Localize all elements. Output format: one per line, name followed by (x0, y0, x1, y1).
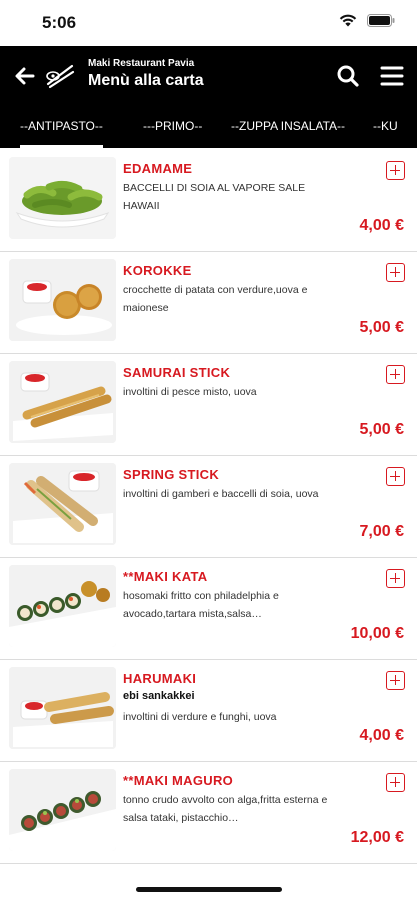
dish-image (9, 667, 116, 749)
dish-name: **MAKI KATA (123, 569, 208, 584)
tab-antipasto[interactable]: --ANTIPASTO-- (20, 108, 103, 148)
add-to-cart-button[interactable] (386, 161, 405, 180)
dish-price: 4,00 € (359, 727, 404, 744)
dish-image (9, 361, 116, 443)
hamburger-menu-button[interactable] (379, 63, 405, 89)
add-to-cart-button[interactable] (386, 569, 405, 588)
wifi-icon (339, 14, 357, 27)
dish-price: 12,00 € (350, 829, 404, 846)
dish-image (9, 769, 116, 851)
category-tabs: --ANTIPASTO-- ---PRIMO-- --ZUPPA INSALAT… (0, 108, 417, 148)
menu-item[interactable]: **MAKI MAGURO tonno crudo avvolto con al… (0, 762, 417, 864)
dish-image (9, 565, 116, 647)
dish-description: involtini di gamberi e baccelli di soia,… (123, 488, 319, 500)
dish-image (9, 157, 116, 239)
dish-name: HARUMAKI (123, 671, 197, 686)
dish-description: involtini di pesce misto, uova (123, 386, 257, 398)
hamburger-menu-icon (380, 66, 404, 86)
search-button[interactable] (335, 63, 361, 89)
add-to-cart-button[interactable] (386, 671, 405, 690)
dish-price: 7,00 € (359, 523, 404, 540)
add-to-cart-button[interactable] (386, 467, 405, 486)
dish-description: tonno crudo avvolto con alga,fritta este… (123, 794, 328, 824)
tab-zuppa-insalata[interactable]: --ZUPPA INSALATA-- (231, 108, 345, 148)
dish-description: BACCELLI DI SOIA AL VAPORE SALE HAWAII (123, 182, 306, 212)
dish-price: 5,00 € (359, 421, 404, 438)
arrow-left-icon (15, 67, 35, 85)
menu-item[interactable]: **MAKI KATA hosomaki fritto con philadel… (0, 558, 417, 660)
dish-name: **MAKI MAGURO (123, 773, 234, 788)
dish-name: EDAMAME (123, 161, 193, 176)
tab-primo[interactable]: ---PRIMO-- (143, 108, 202, 148)
menu-item[interactable]: KOROKKE crocchette di patata con verdure… (0, 252, 417, 354)
battery-icon (367, 14, 395, 27)
back-button[interactable] (12, 63, 38, 89)
restaurant-name: Maki Restaurant Pavia (88, 58, 195, 69)
dish-image (9, 463, 116, 545)
dish-description: crocchette di patata con verdure,uova e … (123, 284, 308, 314)
status-bar: 5:06 (0, 0, 417, 46)
dish-name: KOROKKE (123, 263, 192, 278)
add-to-cart-button[interactable] (386, 263, 405, 282)
dish-price: 10,00 € (350, 625, 404, 642)
menu-item[interactable]: SAMURAI STICK involtini di pesce misto, … (0, 354, 417, 456)
tab-partial[interactable]: --KU (373, 108, 398, 148)
dish-name: SPRING STICK (123, 467, 220, 482)
status-icons (339, 14, 395, 27)
dish-price: 5,00 € (359, 319, 404, 336)
dish-price: 4,00 € (359, 217, 404, 234)
menu-item[interactable]: SPRING STICK involtini di gamberi e bacc… (0, 456, 417, 558)
chopsticks-logo-icon (44, 60, 76, 90)
page-title: Menù alla carta (88, 72, 204, 89)
dish-image (9, 259, 116, 341)
dish-description: hosomaki fritto con philadelphia e avoca… (123, 590, 279, 620)
menu-item-list: EDAMAME BACCELLI DI SOIA AL VAPORE SALE … (0, 150, 417, 864)
add-to-cart-button[interactable] (386, 773, 405, 792)
home-indicator[interactable] (136, 887, 282, 892)
menu-item[interactable]: HARUMAKI ebi sankakkei involtini di verd… (0, 660, 417, 762)
search-icon (337, 65, 359, 87)
app-header: Maki Restaurant Pavia Menù alla carta (0, 46, 417, 108)
status-time: 5:06 (42, 13, 77, 32)
dish-name: SAMURAI STICK (123, 365, 231, 380)
add-to-cart-button[interactable] (386, 365, 405, 384)
dish-subtitle: ebi sankakkei (123, 690, 195, 702)
dish-description: involtini di verdure e funghi, uova (123, 711, 277, 723)
menu-item[interactable]: EDAMAME BACCELLI DI SOIA AL VAPORE SALE … (0, 150, 417, 252)
